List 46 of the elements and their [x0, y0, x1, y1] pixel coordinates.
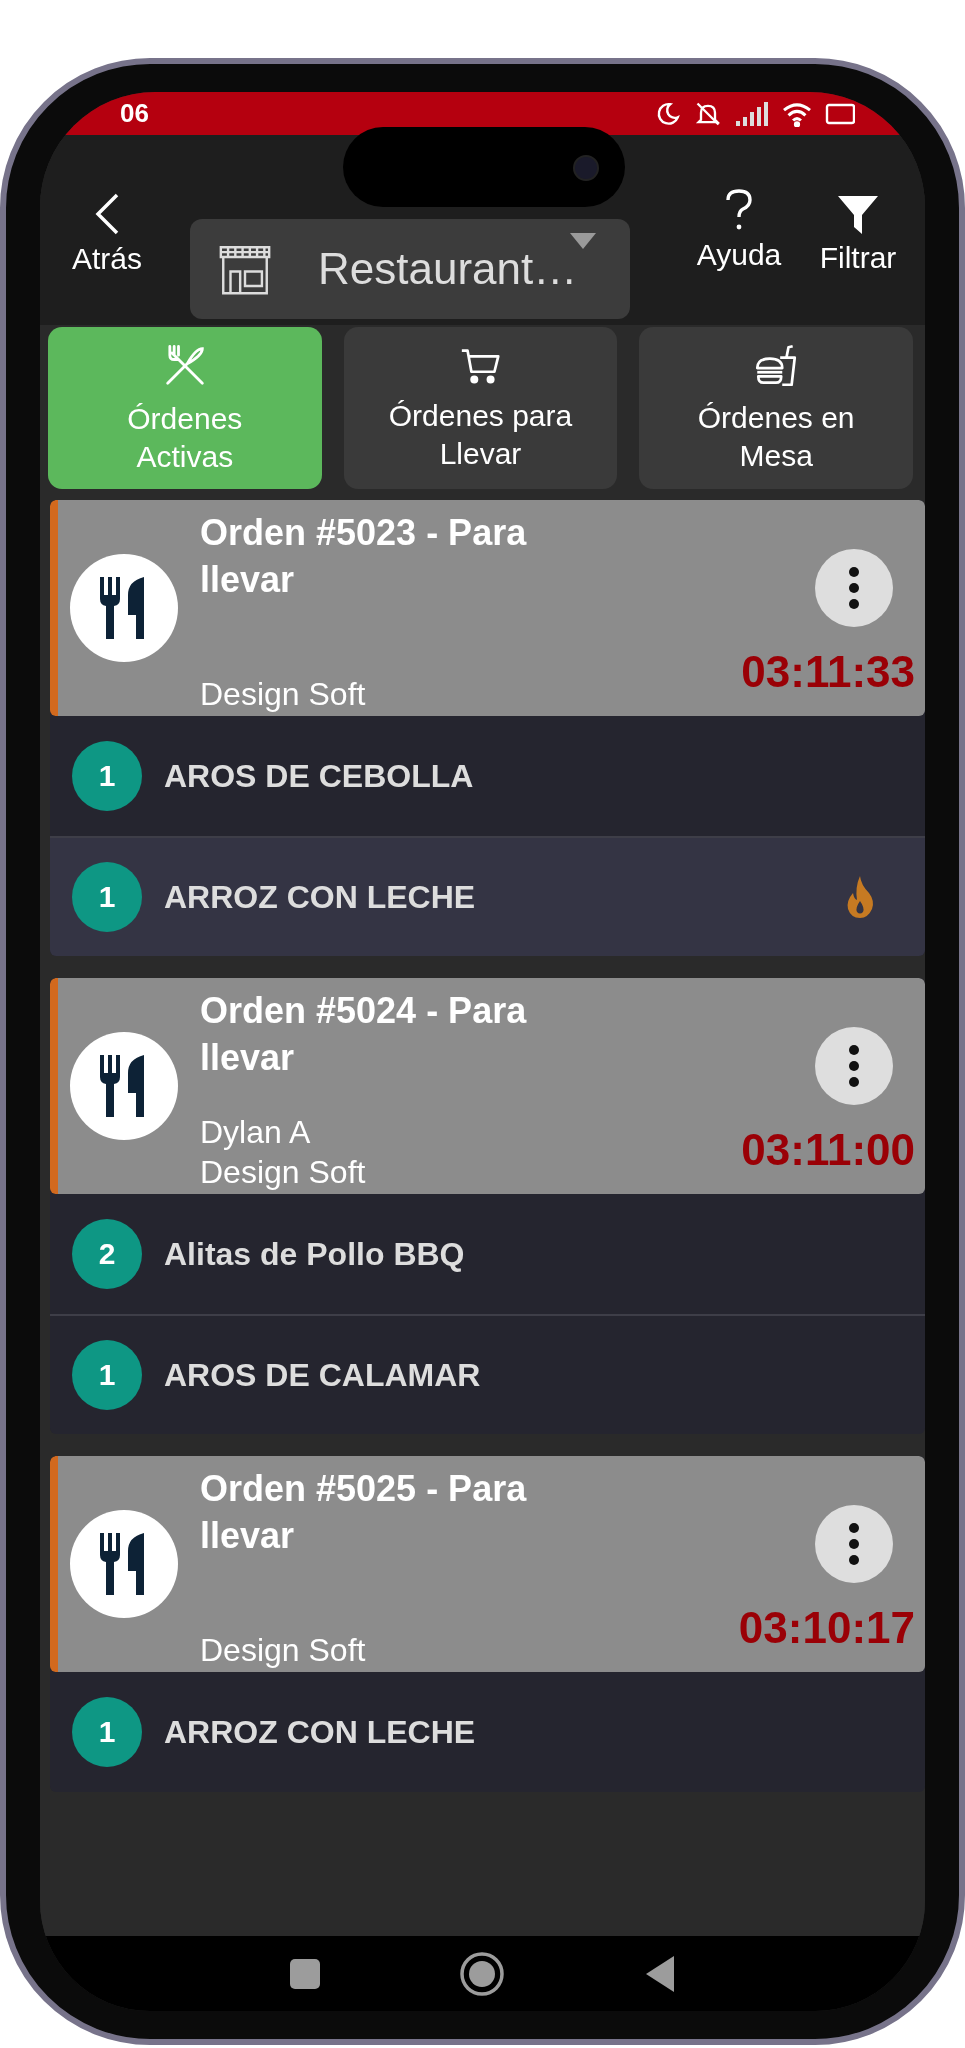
battery-icon [825, 101, 855, 126]
item-name: AROS DE CEBOLLA [164, 757, 475, 795]
customer-name: Design Soft [200, 675, 367, 714]
question-mark-icon [724, 188, 754, 232]
order-timer: 03:11:00 [741, 1125, 915, 1175]
order-timer: 03:11:33 [741, 647, 915, 697]
item-name: AROS DE CALAMAR [164, 1356, 482, 1394]
item-name: Alitas de Pollo BBQ [164, 1235, 466, 1273]
order-timer: 03:10:17 [738, 1603, 915, 1653]
order-title: Orden #5024 - Para llevar [200, 989, 528, 1080]
quantity-badge: 1 [72, 1340, 142, 1410]
item-name: ARROZ CON LECHE [164, 1713, 477, 1751]
signal-icon [735, 100, 769, 127]
restaurant-dropdown[interactable]: Restaurant… [190, 219, 630, 319]
order-item-row[interactable]: 1 ARROZ CON LECHE [50, 1672, 925, 1792]
status-time: 06 [120, 98, 149, 129]
order-item-row[interactable]: 1 ARROZ CON LECHE [50, 836, 925, 956]
back-chevron-icon [93, 192, 121, 236]
customer-name: Design Soft [200, 1153, 367, 1192]
order-item-row[interactable]: 1 AROS DE CEBOLLA [50, 716, 925, 836]
wifi-icon [781, 100, 813, 127]
customer-name: Dylan A [200, 1113, 312, 1152]
order-item-row[interactable]: 2 Alitas de Pollo BBQ [50, 1194, 925, 1314]
moon-icon [655, 100, 681, 127]
dropdown-arrow-icon [570, 233, 596, 249]
order-filter-tab[interactable]: Órdenes en Mesa [639, 326, 913, 489]
order-title: Orden #5023 - Para llevar [200, 511, 528, 602]
more-vertical-icon [848, 566, 860, 610]
quantity-badge: 1 [72, 862, 142, 932]
quantity-badge: 2 [72, 1219, 142, 1289]
order-title: Orden #5025 - Para llevar [200, 1467, 528, 1558]
more-vertical-icon [848, 1044, 860, 1088]
help-button[interactable]: Ayuda [689, 188, 789, 272]
order-item-row[interactable]: 1 AROS DE CALAMAR [50, 1314, 925, 1434]
more-vertical-icon [848, 1522, 860, 1566]
customer-name: Design Soft [200, 1631, 367, 1670]
quantity-badge: 1 [72, 741, 142, 811]
home-button[interactable] [459, 1950, 506, 1997]
flame-icon [845, 875, 875, 919]
item-name: ARROZ CON LECHE [164, 878, 477, 916]
filter-icon [837, 195, 879, 235]
recent-apps-button[interactable] [289, 1957, 322, 1990]
quantity-badge: 1 [72, 1697, 142, 1767]
back-button[interactable]: Atrás [62, 192, 152, 276]
order-filter-tab[interactable]: Órdenes para Llevar [343, 326, 618, 489]
filter-button[interactable]: Filtrar [803, 195, 913, 275]
